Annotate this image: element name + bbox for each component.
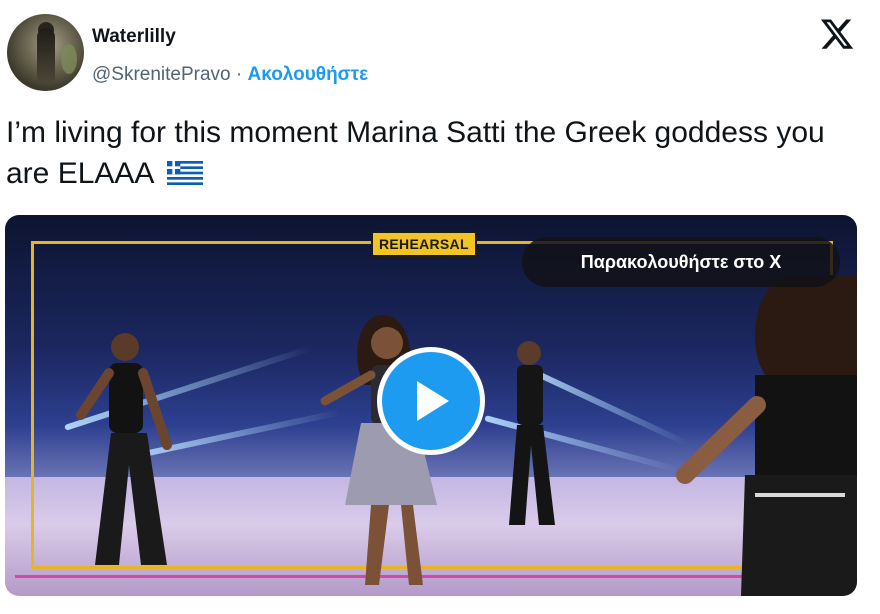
- handle-row: @SkrenitePravo · Ακολουθήστε: [92, 64, 368, 86]
- tweet-text: I’m living for this moment Marina Satti …: [6, 112, 866, 194]
- display-name[interactable]: Waterlilly: [92, 26, 176, 48]
- dancer-right: [676, 275, 857, 596]
- separator: ·: [235, 64, 243, 85]
- dancer-back: [509, 341, 555, 525]
- follow-button[interactable]: Ακολουθήστε: [248, 64, 369, 85]
- play-button[interactable]: [377, 347, 485, 455]
- rehearsal-badge: REHEARSAL: [371, 231, 477, 257]
- dancer-left: [76, 333, 172, 565]
- avatar[interactable]: [7, 14, 84, 91]
- tweet-body: I’m living for this moment Marina Satti …: [6, 116, 825, 190]
- play-icon: [417, 381, 449, 421]
- greece-flag-icon: [167, 161, 204, 185]
- video-player[interactable]: REHEARSAL Παρακολουθήστε στο X: [5, 215, 857, 596]
- user-handle[interactable]: @SkrenitePravo: [92, 64, 231, 85]
- watch-on-x-button[interactable]: Παρακολουθήστε στο X: [522, 237, 840, 287]
- x-logo-icon[interactable]: [818, 16, 856, 52]
